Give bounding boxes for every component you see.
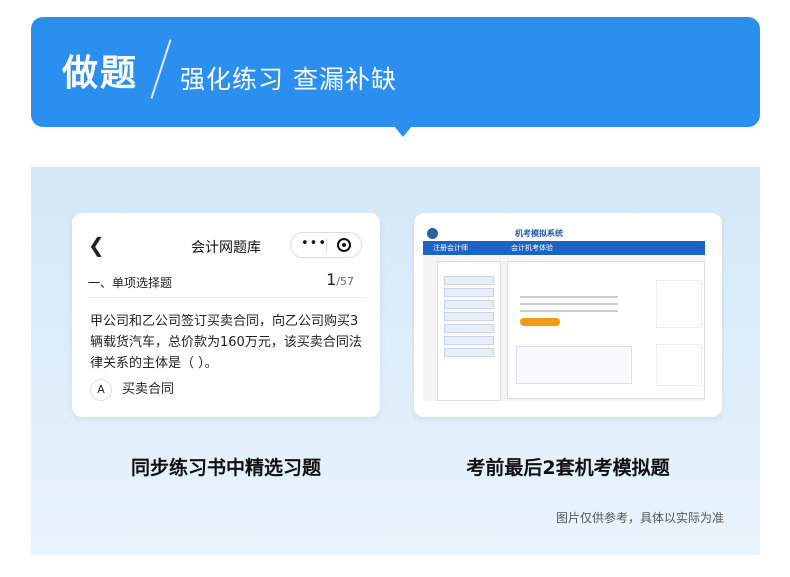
- sidebar-item[interactable]: [444, 288, 494, 297]
- footer-note: 图片仅供参考，具体以实际为准: [555, 511, 724, 525]
- option-text: 买卖合同: [122, 382, 175, 397]
- exam-options-panel: [516, 346, 632, 384]
- info-rows: [520, 296, 618, 317]
- sidebar-item[interactable]: [444, 336, 494, 345]
- divider: [88, 297, 364, 298]
- more-dots-icon[interactable]: •••: [301, 236, 327, 251]
- system-title: 机考模拟系统: [515, 229, 563, 238]
- total-count: /57: [336, 275, 354, 288]
- exam-header: 机考模拟系统: [423, 225, 705, 241]
- exam-main: [507, 261, 705, 399]
- section-label: 一、单项选择题: [88, 276, 173, 290]
- sidebar-item[interactable]: [444, 276, 494, 285]
- nav-item-cpa[interactable]: 注册会计师: [433, 243, 468, 253]
- question-counter: 1/57: [326, 270, 354, 289]
- sidebar-item[interactable]: [444, 324, 494, 333]
- desktop-exam-card: 机考模拟系统 注册会计师 会计机考体验: [414, 213, 722, 417]
- sidebar-item[interactable]: [444, 348, 494, 357]
- banner-pointer: [394, 126, 412, 137]
- exam-sidebar: [437, 261, 501, 401]
- exam-screenshot: 机考模拟系统 注册会计师 会计机考体验: [423, 225, 705, 401]
- phone-quiz-card: ❮ 会计网题库 ••• 一、单项选择题 1/57 甲公司和乙公司签订买卖合同，向…: [72, 213, 380, 417]
- caption-right: 考前最后2套机考模拟题: [466, 457, 670, 479]
- nav-item-trial[interactable]: 会计机考体验: [511, 243, 553, 253]
- sidebar-item[interactable]: [444, 312, 494, 321]
- logo-icon: [427, 228, 438, 239]
- side-help-box: [656, 344, 702, 386]
- option-letter: A: [90, 379, 112, 401]
- info-row: [520, 296, 618, 298]
- current-index: 1: [326, 270, 337, 289]
- side-info-box: [656, 280, 702, 328]
- start-exam-button[interactable]: [520, 318, 560, 326]
- info-row: [520, 303, 618, 305]
- sidebar-item[interactable]: [444, 300, 494, 309]
- question-text: 甲公司和乙公司签订买卖合同，向乙公司购买3辆载货汽车，总价款为160万元，该买卖…: [90, 314, 362, 371]
- target-circle-icon[interactable]: [337, 238, 351, 252]
- caption-left: 同步练习书中精选习题: [130, 457, 321, 479]
- capsule-divider: [326, 238, 327, 252]
- info-row: [520, 310, 618, 312]
- banner-title: 做题: [62, 53, 139, 94]
- banner-subtitle: 强化练习 查漏补缺: [180, 65, 397, 94]
- miniapp-capsule[interactable]: •••: [290, 232, 362, 258]
- option-a[interactable]: A 买卖合同: [90, 378, 174, 401]
